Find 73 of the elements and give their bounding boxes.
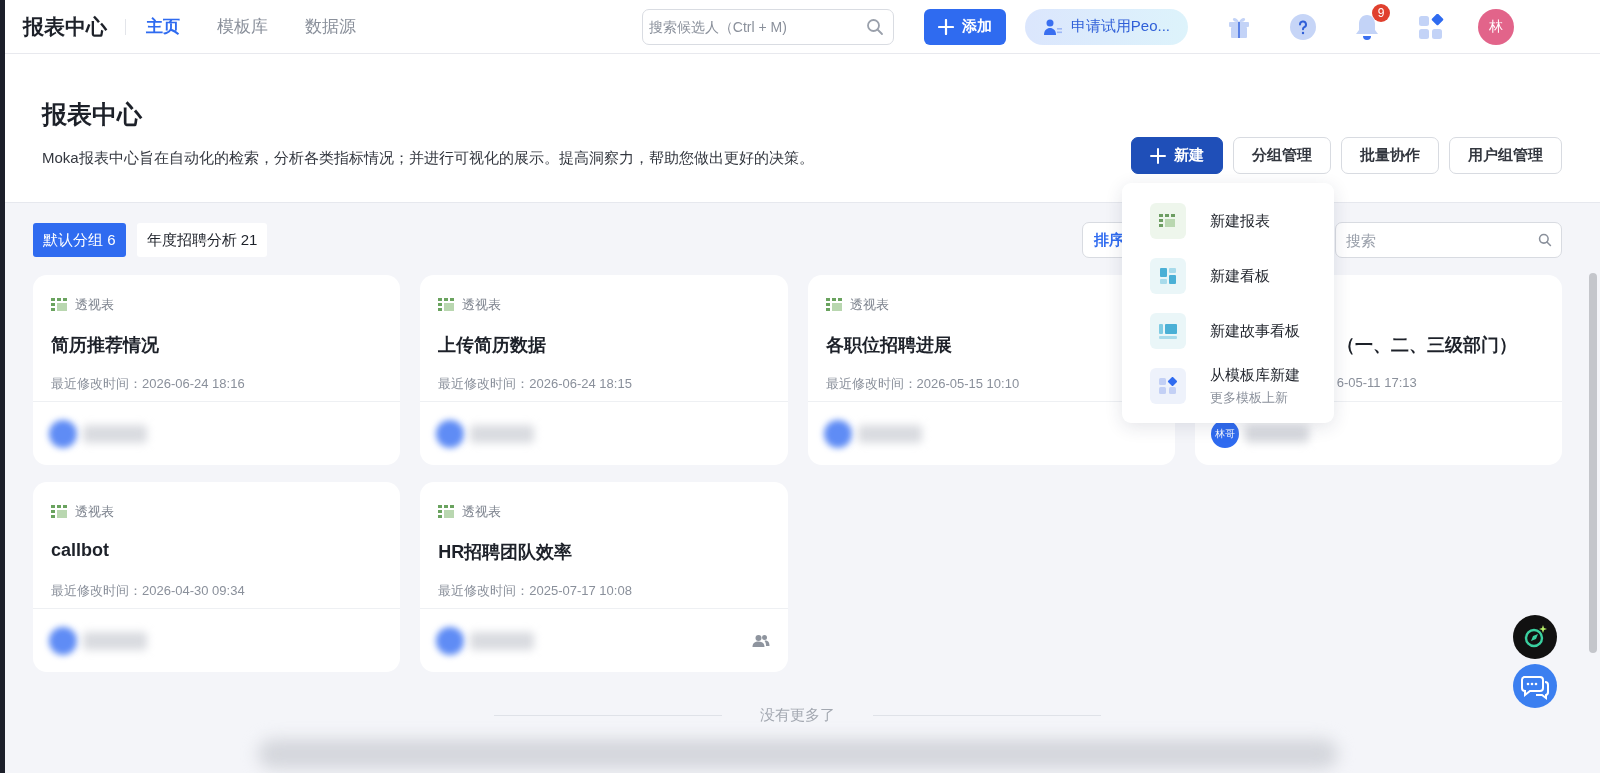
report-title: （一、二、三级部门） (1336, 335, 1517, 355)
report-title: HR招聘团队效率 (438, 542, 573, 562)
modified-time: 最近修改时间：2026-04-30 09:34 (51, 583, 245, 598)
new-button[interactable]: 新建 (1131, 137, 1223, 174)
report-type: 透视表 (462, 503, 502, 521)
page-title: 报表中心 (42, 99, 143, 130)
blurred-avatar (49, 419, 77, 448)
modified-time: 最近修改时间：2026-06-24 18:16 (51, 376, 245, 391)
add-button[interactable]: 添加 (923, 8, 1006, 45)
report-title: 简历推荐情况 (51, 335, 159, 355)
group-tab[interactable]: 年度招聘分析 21 (136, 223, 268, 257)
pivot-table-icon (825, 298, 842, 312)
header-button[interactable]: 用户组管理 (1449, 137, 1562, 174)
report-card[interactable]: 透视表 HR招聘团队效率 最近修改时间：2025-07-17 10:08 (420, 482, 788, 672)
blurred-name (83, 631, 147, 650)
report-title: 上传简历数据 (438, 335, 547, 355)
menu-item-label: 新建故事看板 (1210, 321, 1300, 341)
apps-icon[interactable] (1418, 13, 1444, 40)
header-button[interactable]: 分组管理 (1233, 137, 1331, 174)
blurred-avatar (49, 626, 77, 655)
report-type: 透视表 (75, 503, 114, 521)
blurred-name (1244, 424, 1309, 443)
ai-assistant-button[interactable] (1513, 615, 1557, 659)
table-icon (1159, 214, 1177, 228)
search-icon (865, 17, 884, 36)
report-type: 透视表 (75, 296, 114, 314)
blurred-name (83, 424, 147, 443)
menu-item-label: 从模板库新建 (1210, 365, 1300, 385)
chat-button[interactable] (1513, 664, 1557, 708)
report-card[interactable]: 透视表 上传简历数据 最近修改时间：2026-06-24 18:15 (420, 275, 788, 465)
menu-item[interactable]: 新建报表 (1150, 203, 1334, 239)
report-type: 透视表 (849, 296, 889, 314)
pivot-table-icon (51, 505, 67, 519)
plus-icon (937, 18, 954, 35)
nav-tab[interactable]: 主页 (146, 15, 180, 38)
menu-item-hint: 更多模板上新 (1210, 388, 1289, 407)
group-tab[interactable]: 默认分组 6 (33, 223, 126, 257)
header-button[interactable]: 批量协作 (1341, 137, 1439, 174)
report-type: 透视表 (462, 296, 502, 314)
pivot-table-icon (51, 298, 67, 312)
blurred-name (470, 631, 535, 650)
blurred-avatar (436, 626, 465, 655)
report-title: 各职位招聘进展 (825, 335, 952, 355)
menu-item-label: 新建报表 (1210, 211, 1270, 231)
trial-button[interactable]: 申请试用Peo... (1024, 8, 1188, 45)
blurred-avatar (823, 419, 852, 448)
story-board-icon (1159, 323, 1177, 339)
help-icon[interactable] (1290, 13, 1316, 40)
blurred-name (857, 424, 922, 443)
template-icon (1159, 377, 1177, 395)
app-title: 报表中心 (23, 13, 107, 40)
modified-time: 最近修改时间：2026-05-15 10:10 (825, 376, 1020, 391)
modified-time: 最近修改时间：2025-07-17 10:08 (438, 583, 632, 598)
plus-icon (1150, 147, 1166, 164)
pivot-table-icon (438, 505, 455, 519)
blurred-name (470, 424, 535, 443)
dashboard-icon (1160, 268, 1176, 284)
bell-icon[interactable] (1354, 12, 1380, 41)
end-of-list-text: 没有更多了 (760, 706, 835, 725)
report-title: callbot (51, 540, 109, 560)
search-icon (1538, 233, 1552, 247)
modified-time: 6-05-11 17:13 (1336, 375, 1417, 390)
person-icon (1042, 17, 1063, 36)
blurred-avatar (436, 419, 465, 448)
notification-badge: 9 (1372, 3, 1390, 22)
report-card[interactable]: 透视表 简历推荐情况 最近修改时间：2026-06-24 18:16 (33, 275, 401, 465)
scrollbar[interactable] (1589, 273, 1597, 653)
report-card[interactable]: 透视表 callbot 最近修改时间：2026-04-30 09:34 (33, 482, 401, 672)
search-field[interactable]: 搜索 (1335, 222, 1562, 258)
page-description: Moka报表中心旨在自动化的检索，分析各类指标情况；并进行可视化的展示。提高洞察力，帮助您做出更好的决策。 (42, 149, 814, 168)
modified-time: 最近修改时间：2026-06-24 18:15 (438, 376, 632, 391)
pivot-table-icon (438, 298, 455, 312)
search-field[interactable]: 搜索候选人（Ctrl + M) (641, 8, 894, 45)
